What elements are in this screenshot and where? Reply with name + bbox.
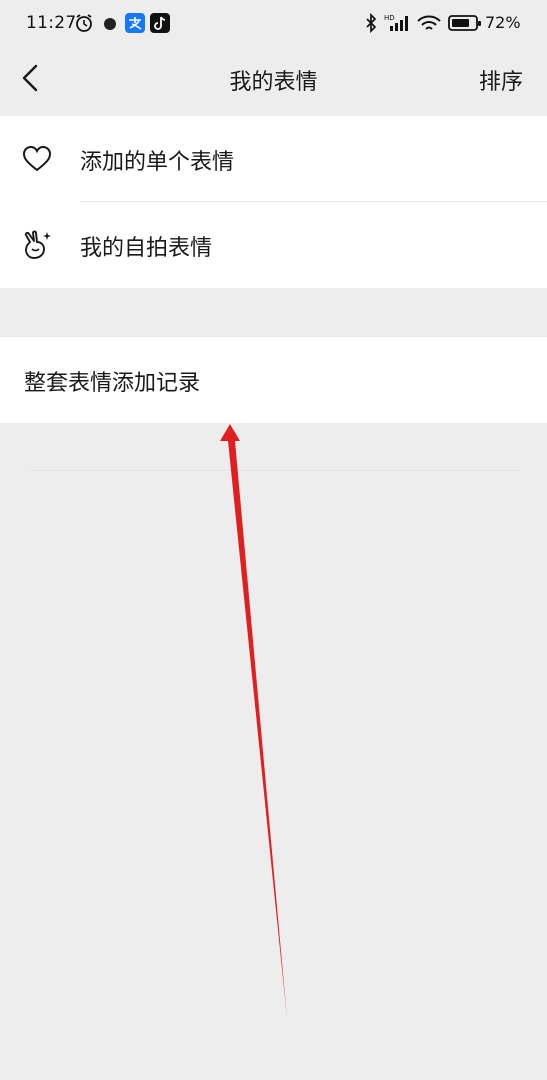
annotation-arrow [220, 424, 287, 1018]
arrow-shape [220, 424, 287, 1018]
